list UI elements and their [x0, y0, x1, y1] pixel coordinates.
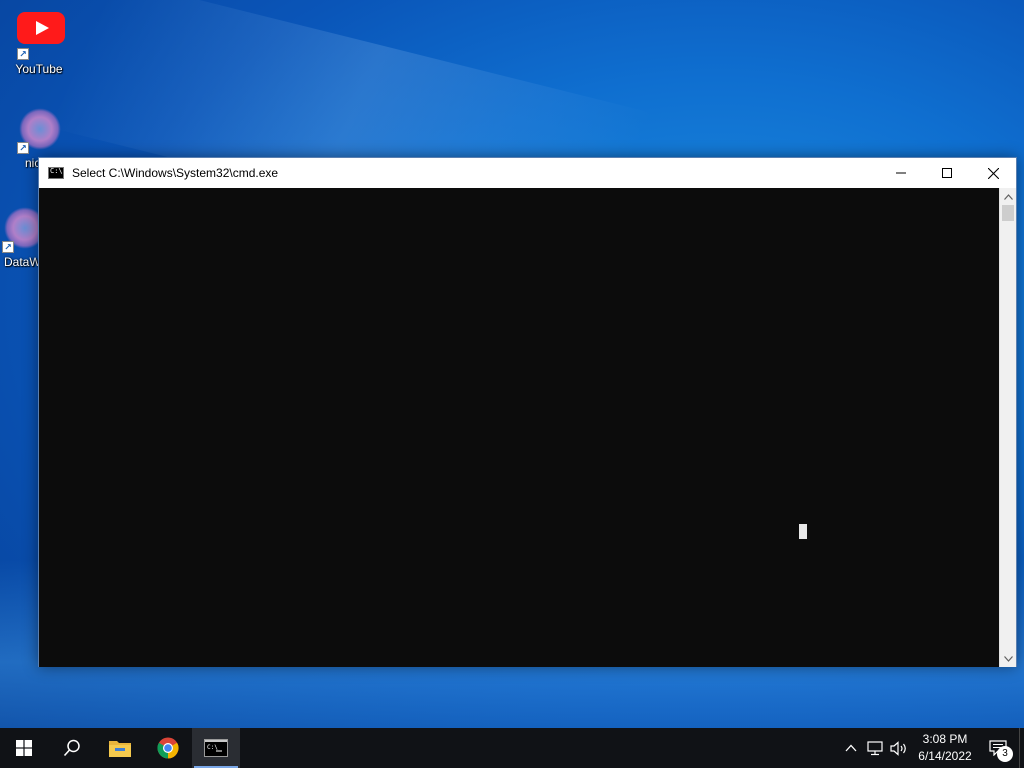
chevron-up-icon — [1004, 193, 1013, 200]
cmd-icon: C:\ — [204, 739, 228, 757]
minimize-icon — [896, 172, 906, 174]
scroll-down-button[interactable] — [1000, 650, 1017, 667]
start-button[interactable] — [0, 728, 48, 768]
taskbar-cmd[interactable]: C:\ — [192, 728, 240, 768]
search-button[interactable] — [48, 728, 96, 768]
desktop-icon-label: YouTube — [15, 62, 63, 76]
chevron-down-icon — [1004, 655, 1013, 662]
clock-time: 3:08 PM — [922, 732, 968, 746]
close-button[interactable] — [970, 158, 1016, 188]
close-icon — [987, 167, 999, 179]
window-titlebar[interactable]: Select C:\Windows\System32\cmd.exe — [39, 158, 1016, 188]
action-center-button[interactable]: 3 — [977, 728, 1019, 768]
show-hidden-icons-button[interactable] — [839, 728, 863, 768]
cmd-icon — [48, 167, 64, 179]
show-desktop-button[interactable] — [1019, 728, 1024, 768]
desktop-icon-youtube[interactable]: ↗ YouTube — [1, 12, 77, 76]
taskbar-file-explorer[interactable] — [96, 728, 144, 768]
console-output-area[interactable] — [39, 188, 1000, 667]
shortcut-arrow-icon: ↗ — [17, 142, 29, 154]
scroll-thumb[interactable] — [1002, 205, 1014, 221]
search-icon — [63, 739, 80, 757]
shortcut-arrow-icon: ↗ — [17, 48, 29, 60]
taskbar-clock[interactable]: 3:08 PM 6/14/2022 — [913, 731, 977, 765]
shortcut-arrow-icon: ↗ — [2, 241, 14, 253]
speaker-icon — [890, 740, 906, 756]
maximize-icon — [942, 168, 952, 178]
chevron-up-icon — [845, 744, 857, 752]
scroll-up-button[interactable] — [1000, 188, 1017, 205]
notification-count-badge: 3 — [997, 746, 1013, 762]
cmd-window[interactable]: Select C:\Windows\System32\cmd.exe — [38, 157, 1017, 667]
taskbar: C:\ 3:08 PM 6/14/2022 3 — [0, 728, 1024, 768]
volume-button[interactable] — [887, 728, 911, 768]
taskbar-chrome[interactable] — [144, 728, 192, 768]
text-cursor — [799, 524, 807, 539]
app-gear-icon: ↗ — [15, 106, 63, 154]
maximize-button[interactable] — [924, 158, 970, 188]
window-title: Select C:\Windows\System32\cmd.exe — [72, 166, 279, 180]
vertical-scrollbar[interactable] — [999, 188, 1016, 667]
network-icon — [866, 740, 883, 755]
windows-start-icon — [16, 740, 32, 756]
network-button[interactable] — [863, 728, 887, 768]
svg-text:C:\: C:\ — [207, 744, 218, 751]
clock-date: 6/14/2022 — [918, 749, 972, 763]
youtube-icon: ↗ — [15, 12, 65, 60]
minimize-button[interactable] — [878, 158, 924, 188]
chrome-icon — [157, 737, 179, 759]
file-explorer-icon — [109, 741, 131, 757]
system-tray: 3:08 PM 6/14/2022 3 — [839, 728, 1024, 768]
